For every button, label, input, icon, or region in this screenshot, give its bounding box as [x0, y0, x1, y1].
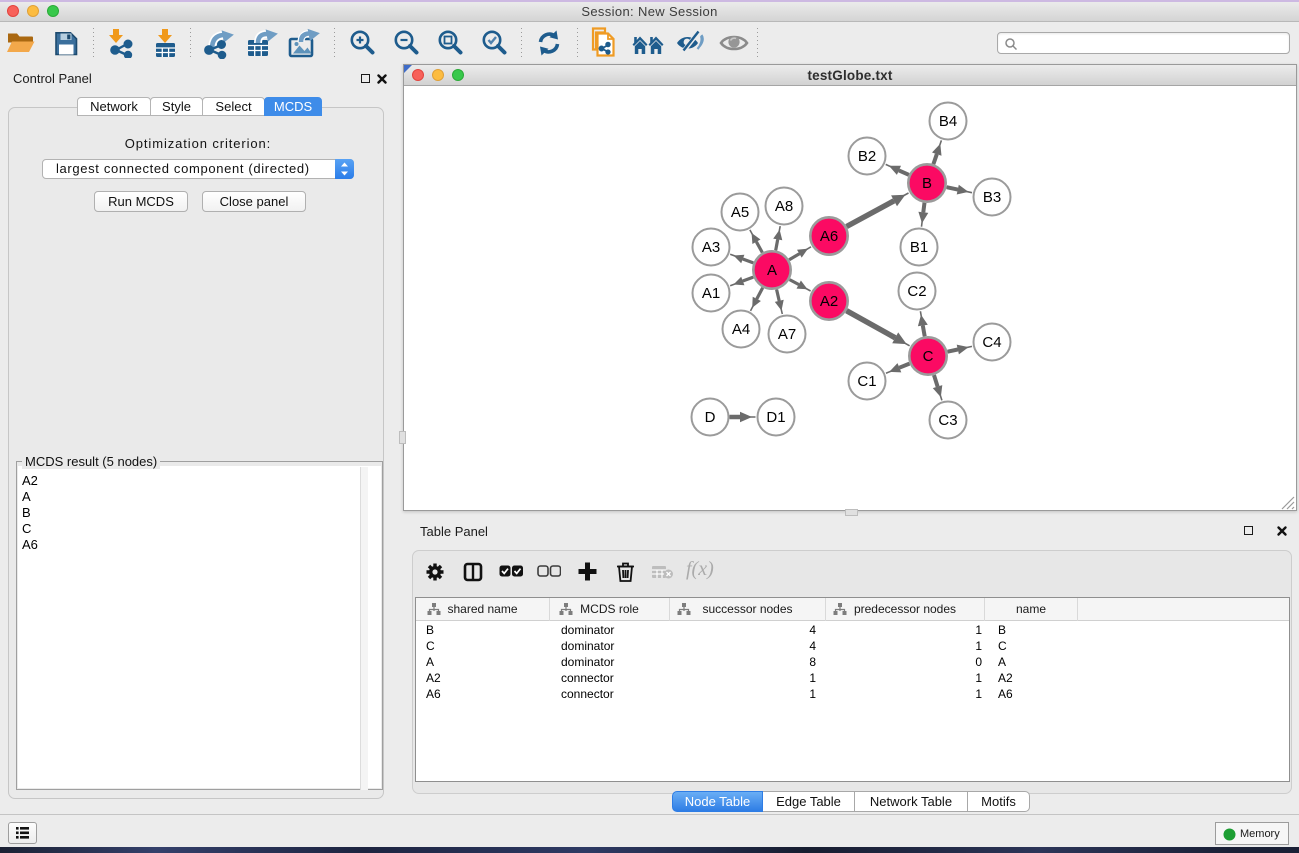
svg-text:B3: B3 — [983, 189, 1001, 206]
svg-text:B1: B1 — [910, 239, 928, 256]
svg-text:C3: C3 — [938, 412, 957, 429]
svg-text:C1: C1 — [857, 373, 876, 390]
svg-text:A6: A6 — [820, 228, 838, 245]
svg-text:A: A — [767, 262, 777, 279]
svg-text:B2: B2 — [858, 148, 876, 165]
svg-text:C2: C2 — [907, 283, 926, 300]
svg-text:A1: A1 — [702, 285, 720, 302]
svg-text:B: B — [922, 175, 932, 192]
svg-text:A3: A3 — [702, 239, 720, 256]
svg-text:D1: D1 — [766, 409, 785, 426]
svg-text:C4: C4 — [982, 334, 1001, 351]
svg-text:A4: A4 — [732, 321, 750, 338]
svg-text:D: D — [705, 409, 716, 426]
svg-text:A8: A8 — [775, 198, 793, 215]
svg-text:B4: B4 — [939, 113, 957, 130]
svg-text:A2: A2 — [820, 293, 838, 310]
svg-text:C: C — [923, 348, 934, 365]
svg-text:A5: A5 — [731, 204, 749, 221]
svg-text:A7: A7 — [778, 326, 796, 343]
